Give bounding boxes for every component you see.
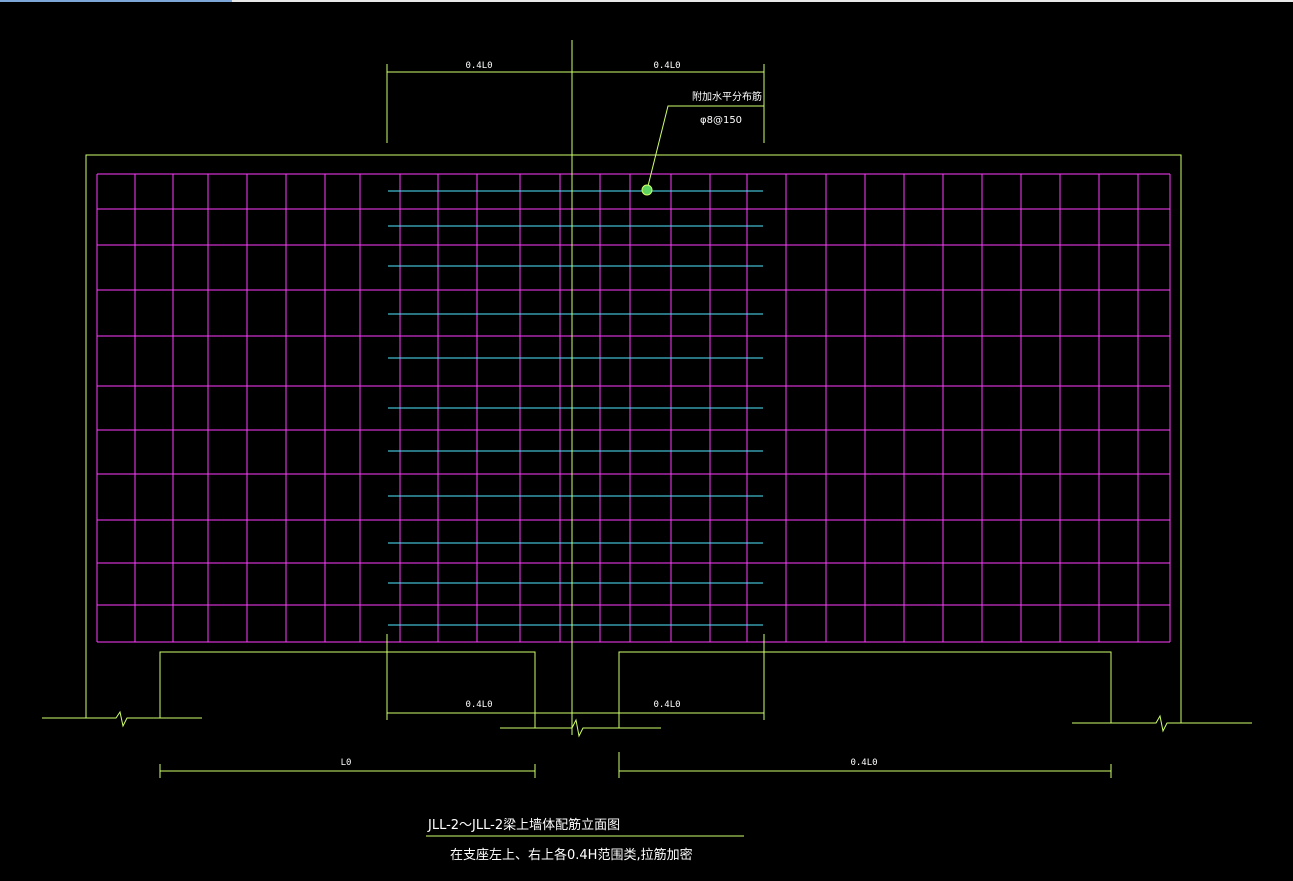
annotation-bar-name: 附加水平分布筋 <box>692 90 762 103</box>
middle-break-line <box>500 718 661 738</box>
right-support-beam <box>618 651 1112 728</box>
span-left-dim-label: L0 <box>341 758 352 768</box>
right-break-line <box>1072 714 1252 733</box>
top-right-dim-label: 0.4L0 <box>653 61 680 71</box>
top-left-dim-label: 0.4L0 <box>465 61 492 71</box>
bar-section-marker <box>641 184 653 196</box>
wall-outline <box>42 40 1252 837</box>
cad-drawing-canvas[interactable]: 0.4L0 0.4L0 0.4L0 0.4L0 L0 0.4L0 附加水平分布筋… <box>0 0 1293 881</box>
annotation-bar-spec: φ8@150 <box>700 115 742 126</box>
span-right-dim-label: 0.4L0 <box>850 758 877 768</box>
wall-boundary <box>85 154 1182 723</box>
drawing-title: JLL-2～JLL-2梁上墙体配筋立面图 <box>427 817 620 833</box>
bottom-left-dim-label: 0.4L0 <box>465 700 492 710</box>
left-support-beam <box>159 651 536 728</box>
additional-horizontal-bars <box>388 190 763 626</box>
left-break-line <box>42 710 202 728</box>
drawing-subtitle: 在支座左上、右上各0.4H范围类,拉筋加密 <box>450 847 693 863</box>
bottom-right-dim-label: 0.4L0 <box>653 700 680 710</box>
